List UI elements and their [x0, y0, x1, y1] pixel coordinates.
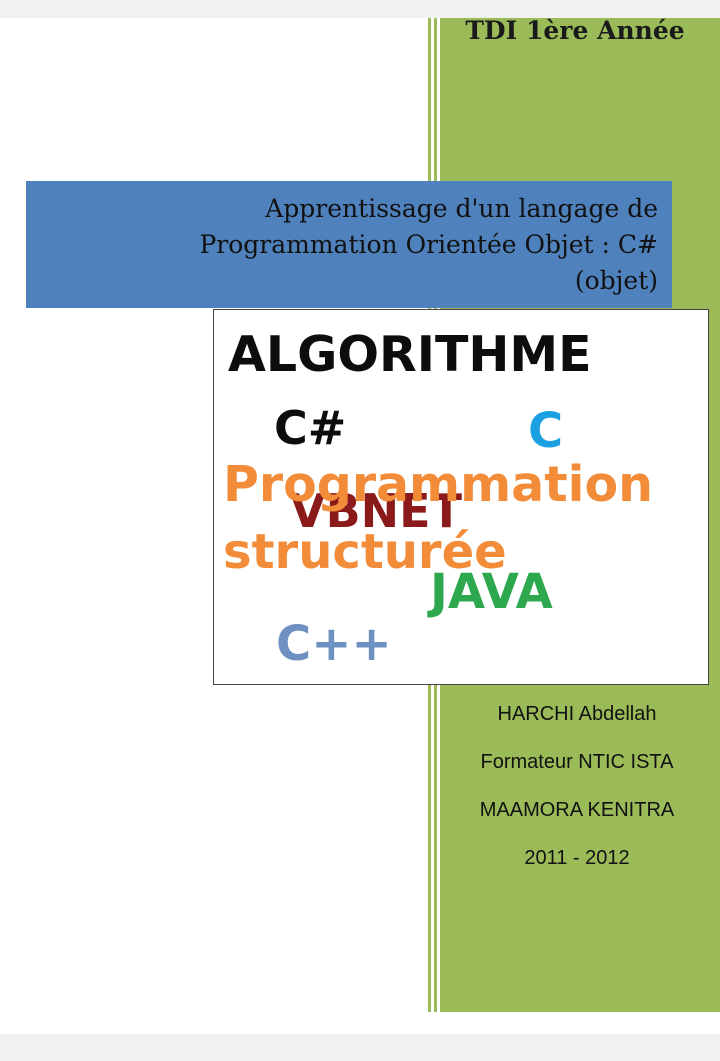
title-line-1: Apprentissage d'un langage de — [265, 194, 658, 223]
word-c: C — [528, 403, 564, 459]
title-line-2: Programmation Orientée Objet : C# — [199, 230, 658, 259]
word-algorithme: ALGORITHME — [228, 326, 592, 383]
word-java: JAVA — [430, 564, 553, 620]
author-location: MAAMORA KENITRA — [479, 799, 675, 821]
word-programmation: Programmation — [223, 456, 653, 513]
year-label: TDI 1ère Année — [465, 16, 685, 45]
word-cpp: C++ — [276, 616, 392, 672]
author-role: Formateur NTIC ISTA — [480, 751, 674, 773]
bottom-strip — [0, 1034, 720, 1061]
author-years: 2011 - 2012 — [524, 847, 630, 869]
cover-image: ALGORITHME C# C VBNET Programmation stru… — [213, 309, 709, 685]
author-name: HARCHI Abdellah — [497, 703, 657, 725]
word-csharp: C# — [274, 401, 347, 455]
title-line-3: (objet) — [574, 266, 658, 295]
title-banner: Apprentissage d'un langage de Programmat… — [26, 181, 672, 308]
author-info: HARCHI Abdellah Formateur NTIC ISTA MAAM… — [440, 700, 714, 892]
